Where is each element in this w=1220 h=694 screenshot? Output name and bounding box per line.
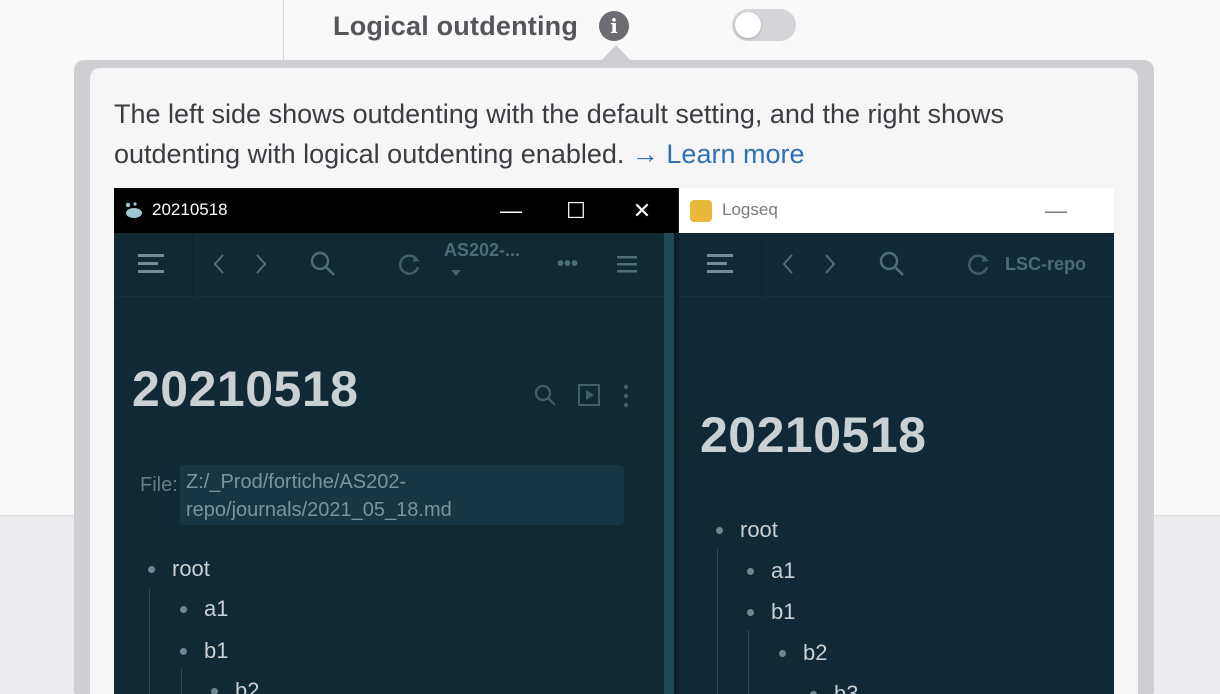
block-b1[interactable]: b1 [180, 638, 228, 664]
comparison-image: 20210518 — ☐ ✕ AS202-... ••• 20210518 Fi… [114, 188, 1114, 694]
menu-icon[interactable] [138, 251, 166, 275]
right-page-title: 20210518 [700, 407, 927, 463]
right-window-logical: Logseq — LSC-repo 20210518 root a1 b1 b2… [679, 188, 1114, 694]
info-icon[interactable]: i [599, 11, 629, 41]
logseq-logo-icon [690, 200, 712, 222]
block-text: root [172, 556, 210, 581]
page-search-icon[interactable] [534, 384, 558, 408]
block-text: b2 [235, 678, 260, 694]
block-text: b1 [204, 638, 229, 663]
popover-arrow [601, 45, 631, 61]
maximize-button[interactable]: ☐ [546, 188, 606, 233]
block-b2[interactable]: b2 [779, 640, 827, 666]
forward-icon[interactable] [254, 253, 268, 275]
block-text: b2 [803, 640, 828, 665]
bullet-icon[interactable] [747, 608, 754, 616]
presentation-icon[interactable] [577, 383, 601, 407]
toolbar-separator [761, 233, 762, 297]
page-menu-icon[interactable] [620, 383, 632, 409]
block-a1[interactable]: a1 [747, 558, 795, 584]
block-text: b3 [834, 681, 859, 694]
right-window-title: Logseq [722, 200, 778, 219]
block-text: b1 [771, 599, 796, 624]
sync-icon[interactable] [965, 252, 991, 278]
minimize-button[interactable]: — [1026, 188, 1086, 233]
back-icon[interactable] [212, 253, 226, 275]
description-text: The left side shows outdenting with the … [114, 99, 1005, 169]
right-toolbar: LSC-repo [679, 233, 1114, 297]
block-text: a1 [771, 558, 796, 583]
bullet-icon[interactable] [810, 690, 817, 694]
left-window-default: 20210518 — ☐ ✕ AS202-... ••• 20210518 Fi… [114, 188, 678, 694]
left-window-title: 20210518 [152, 200, 228, 219]
toggle-knob [735, 12, 761, 38]
close-button[interactable]: ✕ [612, 188, 672, 233]
bullet-icon[interactable] [211, 687, 218, 694]
bullet-icon[interactable] [747, 567, 754, 575]
bullet-icon[interactable] [148, 565, 155, 573]
block-root[interactable]: root [716, 517, 778, 543]
block-text: a1 [204, 596, 229, 621]
block-a1[interactable]: a1 [180, 596, 228, 622]
logseq-app-icon [125, 202, 142, 218]
bullet-icon[interactable] [716, 526, 723, 534]
toolbar-separator [192, 233, 193, 297]
left-scrollbar[interactable] [664, 233, 674, 694]
bullet-icon[interactable] [180, 647, 187, 655]
sidebar-toggle-icon[interactable] [617, 253, 639, 275]
setting-logical-outdenting: Logical outdenting i [333, 6, 796, 46]
block-b1[interactable]: b1 [747, 599, 795, 625]
info-popover: The left side shows outdenting with the … [90, 68, 1138, 694]
learn-more-link[interactable]: → Learn more [632, 139, 805, 169]
block-thread [748, 630, 749, 694]
block-thread [181, 668, 182, 694]
file-label: File: [140, 474, 178, 496]
repo-name[interactable]: LSC-repo [1005, 254, 1086, 275]
block-thread [149, 588, 150, 694]
sync-icon[interactable] [396, 252, 422, 278]
file-path[interactable]: Z:/_Prod/fortiche/AS202-repo/journals/20… [180, 465, 624, 525]
setting-label: Logical outdenting [333, 10, 579, 41]
popover-description: The left side shows outdenting with the … [114, 94, 1074, 174]
bullet-icon[interactable] [180, 605, 187, 613]
bullet-icon[interactable] [779, 649, 786, 657]
settings-divider [283, 0, 284, 60]
search-icon[interactable] [310, 251, 336, 277]
block-b3[interactable]: b3 [810, 681, 858, 694]
forward-icon[interactable] [823, 253, 837, 275]
block-b2[interactable]: b2 [211, 678, 259, 694]
left-page-title: 20210518 [132, 361, 359, 417]
minimize-button[interactable]: — [481, 188, 541, 233]
block-text: root [740, 517, 778, 542]
block-root[interactable]: root [148, 556, 210, 582]
block-thread [717, 548, 718, 694]
right-titlebar: Logseq — [679, 188, 1114, 233]
more-icon[interactable]: ••• [557, 253, 578, 276]
left-toolbar: AS202-... ••• [114, 233, 674, 297]
logical-outdenting-toggle[interactable] [732, 9, 796, 41]
menu-icon[interactable] [707, 251, 735, 275]
left-titlebar: 20210518 — ☐ ✕ [114, 188, 678, 233]
repo-name[interactable]: AS202-... [444, 240, 520, 261]
chevron-down-icon[interactable] [450, 269, 462, 277]
back-icon[interactable] [781, 253, 795, 275]
search-icon[interactable] [879, 251, 905, 277]
